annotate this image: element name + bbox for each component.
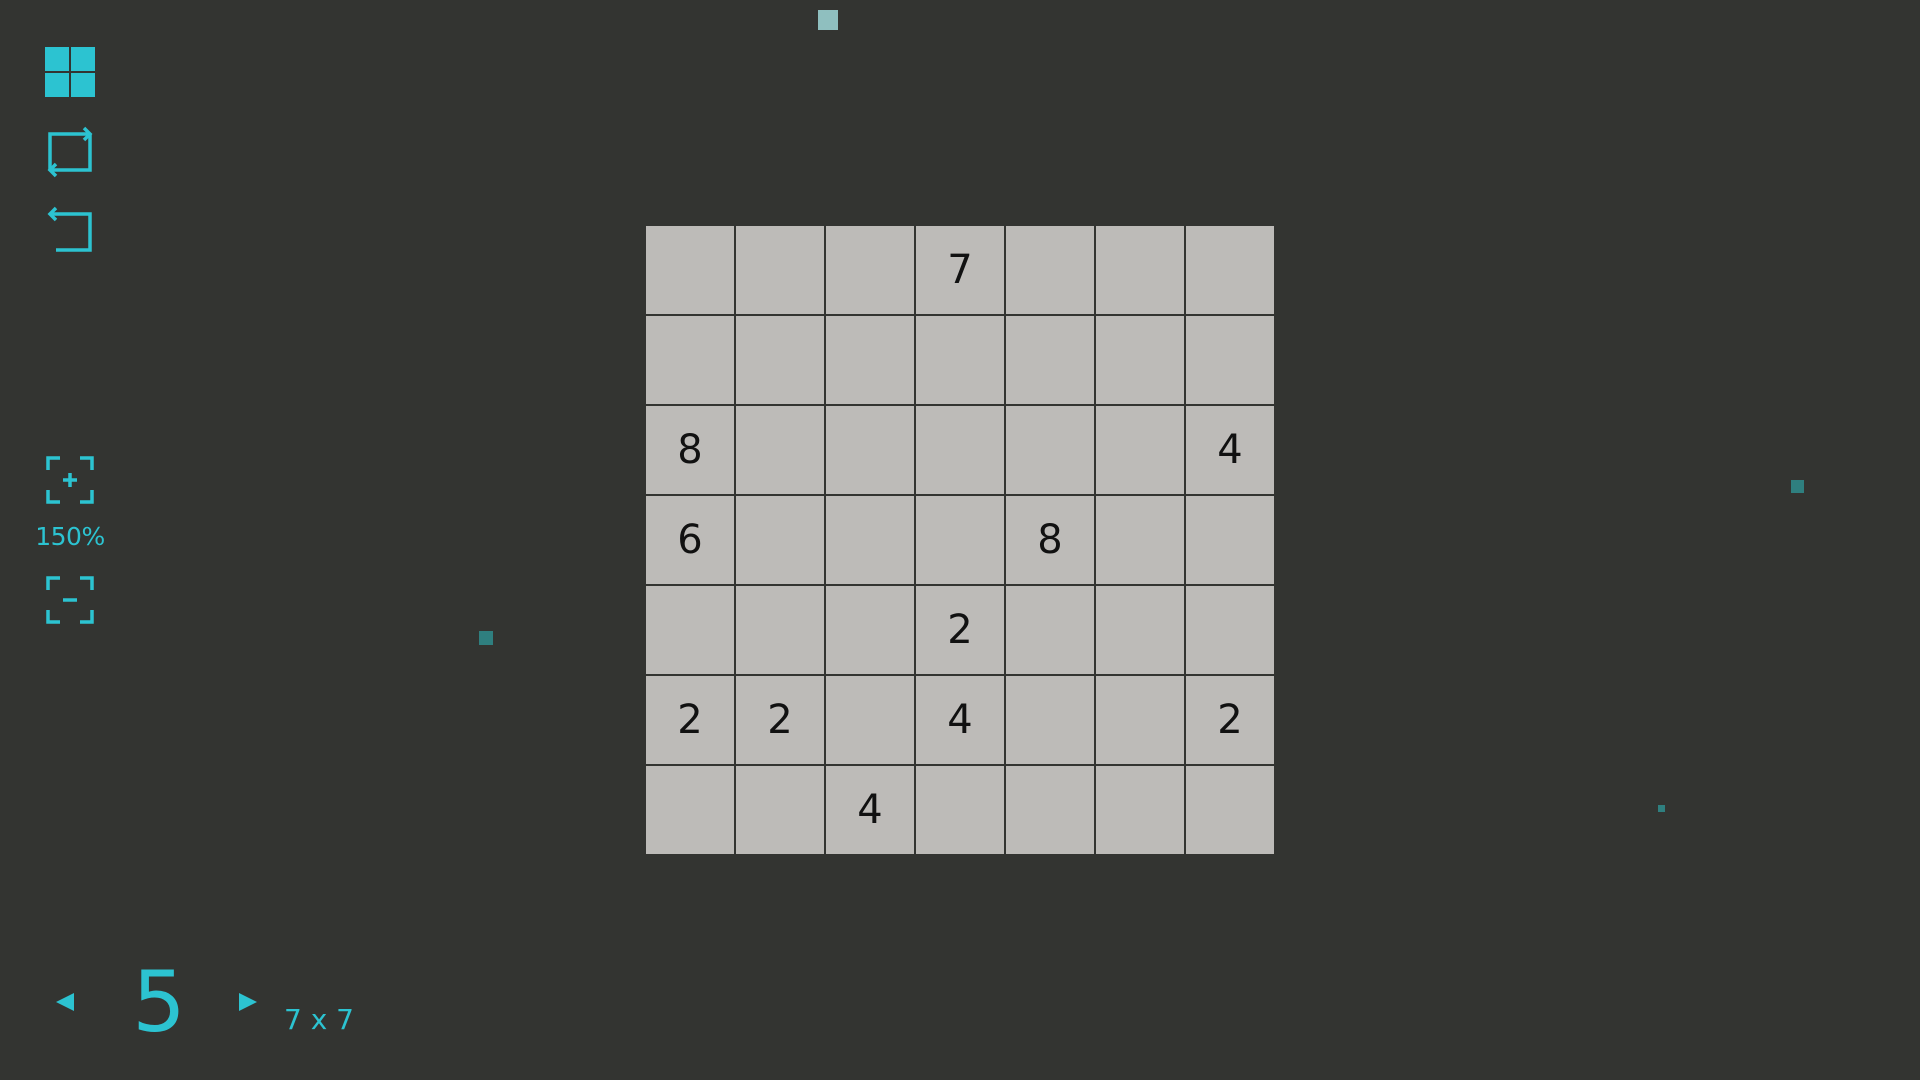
- puzzle-cell[interactable]: 4: [1186, 406, 1274, 494]
- puzzle-cell[interactable]: 6: [646, 496, 734, 584]
- zoom-level-label: 150%: [35, 522, 105, 551]
- puzzle-cell[interactable]: [646, 316, 734, 404]
- floating-particle: [1658, 805, 1665, 812]
- puzzle-cell[interactable]: [826, 406, 914, 494]
- puzzle-cell[interactable]: [826, 586, 914, 674]
- puzzle-cell[interactable]: [1006, 676, 1094, 764]
- puzzle-cell[interactable]: 8: [1006, 496, 1094, 584]
- puzzle-cell[interactable]: [1096, 406, 1184, 494]
- puzzle-cell[interactable]: [646, 586, 734, 674]
- puzzle-cell[interactable]: [916, 766, 1004, 854]
- puzzle-cell[interactable]: 4: [826, 766, 914, 854]
- puzzle-cell[interactable]: [1006, 406, 1094, 494]
- puzzle-cell[interactable]: [1186, 316, 1274, 404]
- puzzle-cell[interactable]: [826, 226, 914, 314]
- undo-icon[interactable]: [44, 206, 96, 258]
- puzzle-cell[interactable]: [1096, 316, 1184, 404]
- triangle-right-icon[interactable]: [236, 990, 260, 1014]
- puzzle-cell[interactable]: 2: [736, 676, 824, 764]
- levels-grid-icon[interactable]: [44, 46, 96, 98]
- puzzle-cell[interactable]: [1186, 226, 1274, 314]
- puzzle-cell[interactable]: 7: [916, 226, 1004, 314]
- puzzle-cell[interactable]: [1006, 766, 1094, 854]
- puzzle-cell[interactable]: [1096, 766, 1184, 854]
- puzzle-cell[interactable]: [826, 676, 914, 764]
- puzzle-cell[interactable]: 2: [1186, 676, 1274, 764]
- puzzle-cell[interactable]: [916, 316, 1004, 404]
- puzzle-cell[interactable]: [916, 496, 1004, 584]
- puzzle-cell[interactable]: [916, 406, 1004, 494]
- floating-particle: [1791, 480, 1804, 493]
- puzzle-cell[interactable]: [826, 496, 914, 584]
- level-number: 5: [132, 953, 186, 1051]
- puzzle-cell[interactable]: [1096, 586, 1184, 674]
- puzzle-cell[interactable]: [1006, 316, 1094, 404]
- puzzle-cell[interactable]: [736, 316, 824, 404]
- puzzle-cell[interactable]: [1096, 496, 1184, 584]
- puzzle-cell[interactable]: [646, 766, 734, 854]
- puzzle-cell[interactable]: [1186, 586, 1274, 674]
- puzzle-cell[interactable]: [1006, 226, 1094, 314]
- puzzle-cell[interactable]: 2: [646, 676, 734, 764]
- zoom-in-icon[interactable]: [44, 454, 96, 506]
- puzzle-cell[interactable]: [826, 316, 914, 404]
- puzzle-cell[interactable]: [646, 226, 734, 314]
- puzzle-cell[interactable]: [736, 406, 824, 494]
- puzzle-cell[interactable]: [736, 496, 824, 584]
- restart-icon[interactable]: [44, 126, 96, 178]
- puzzle-cell[interactable]: 4: [916, 676, 1004, 764]
- puzzle-cell[interactable]: [1186, 766, 1274, 854]
- puzzle-cell[interactable]: [1006, 586, 1094, 674]
- floating-particle: [818, 10, 838, 30]
- puzzle-cell[interactable]: [1096, 226, 1184, 314]
- puzzle-cell[interactable]: 2: [916, 586, 1004, 674]
- triangle-left-icon[interactable]: [53, 990, 77, 1014]
- puzzle-cell[interactable]: [736, 226, 824, 314]
- puzzle-cell[interactable]: [1096, 676, 1184, 764]
- floating-particle: [479, 631, 493, 645]
- puzzle-cell[interactable]: [1186, 496, 1274, 584]
- game-screen: 150% 78468222424 5 7 x 7: [0, 0, 1920, 1080]
- puzzle-cell[interactable]: [736, 766, 824, 854]
- puzzle-board: 78468222424: [644, 224, 1276, 856]
- grid-size-label: 7 x 7: [284, 1003, 354, 1036]
- zoom-out-icon[interactable]: [44, 574, 96, 626]
- puzzle-cell[interactable]: 8: [646, 406, 734, 494]
- puzzle-cell[interactable]: [736, 586, 824, 674]
